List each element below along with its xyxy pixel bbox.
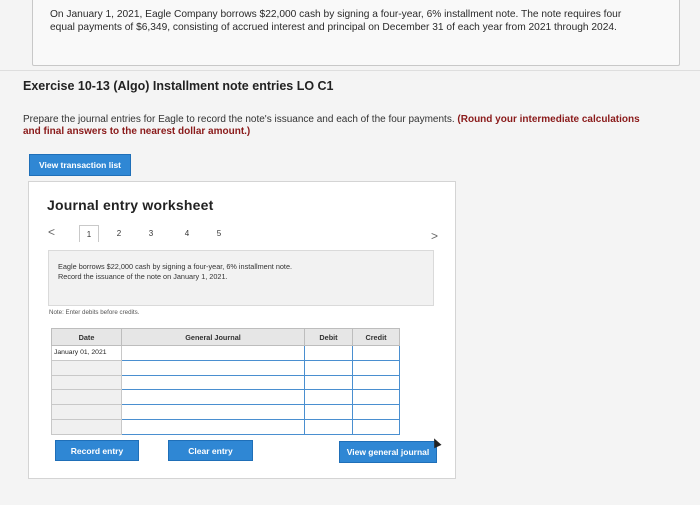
credit-field[interactable]: [352, 374, 400, 391]
tab-1[interactable]: 1: [79, 225, 99, 242]
next-arrow-icon[interactable]: >: [431, 229, 438, 243]
journal-table-header: Date General Journal Debit Credit: [51, 328, 400, 346]
exercise-title: Exercise 10-13 (Algo) Installment note e…: [23, 79, 334, 93]
account-field[interactable]: [121, 359, 305, 376]
debit-field[interactable]: [304, 418, 353, 435]
general-journal-header: General Journal: [121, 328, 305, 346]
date-cell: [51, 418, 122, 435]
date-header: Date: [51, 328, 122, 346]
account-field[interactable]: [121, 374, 305, 391]
debit-field[interactable]: [304, 345, 353, 361]
date-cell: [51, 359, 122, 376]
prev-arrow-icon[interactable]: <: [48, 225, 55, 239]
table-row: [51, 404, 400, 420]
entry-description-line2: Record the issuance of the note on Janua…: [58, 272, 228, 281]
entry-description: Eagle borrows $22,000 cash by signing a …: [58, 262, 398, 282]
debit-field[interactable]: [304, 404, 353, 420]
table-row: [51, 389, 400, 406]
table-row: [51, 418, 400, 435]
account-field[interactable]: [121, 389, 305, 406]
tab-5[interactable]: 5: [209, 225, 229, 242]
journal-table: Date General Journal Debit Credit Januar…: [51, 328, 400, 435]
view-general-journal-button[interactable]: View general journal: [339, 441, 437, 463]
debit-field[interactable]: [304, 374, 353, 391]
credit-field[interactable]: [352, 389, 400, 406]
clear-entry-button[interactable]: Clear entry: [168, 440, 253, 461]
worksheet-pager: < 1 2 3 4 5 >: [48, 225, 448, 243]
account-field[interactable]: [121, 345, 305, 361]
date-cell: [51, 374, 122, 391]
debit-field[interactable]: [304, 359, 353, 376]
tab-2[interactable]: 2: [109, 225, 129, 242]
view-transaction-list-button[interactable]: View transaction list: [29, 154, 131, 176]
debit-field[interactable]: [304, 389, 353, 406]
credit-header: Credit: [352, 328, 400, 346]
table-row: [51, 359, 400, 376]
date-cell: [51, 404, 122, 420]
account-field[interactable]: [121, 418, 305, 435]
record-entry-button[interactable]: Record entry: [55, 440, 139, 461]
table-row: January 01, 2021: [51, 345, 400, 361]
credit-field[interactable]: [352, 345, 400, 361]
entry-description-line1: Eagle borrows $22,000 cash by signing a …: [58, 262, 293, 271]
section-divider: [0, 70, 700, 71]
credit-field[interactable]: [352, 359, 400, 376]
credit-field[interactable]: [352, 418, 400, 435]
table-row: [51, 374, 400, 391]
account-field[interactable]: [121, 404, 305, 420]
worksheet-title: Journal entry worksheet: [47, 197, 214, 213]
problem-statement: On January 1, 2021, Eagle Company borrow…: [50, 9, 622, 33]
debits-before-credits-note: Note: Enter debits before credits.: [49, 309, 140, 316]
tab-3[interactable]: 3: [141, 225, 161, 242]
tab-4[interactable]: 4: [177, 225, 197, 242]
instruction-text: Prepare the journal entries for Eagle to…: [23, 114, 455, 125]
date-cell: [51, 389, 122, 406]
date-select[interactable]: January 01, 2021: [51, 345, 122, 361]
credit-field[interactable]: [352, 404, 400, 420]
debit-header: Debit: [304, 328, 353, 346]
exercise-instructions: Prepare the journal entries for Eagle to…: [23, 114, 643, 138]
